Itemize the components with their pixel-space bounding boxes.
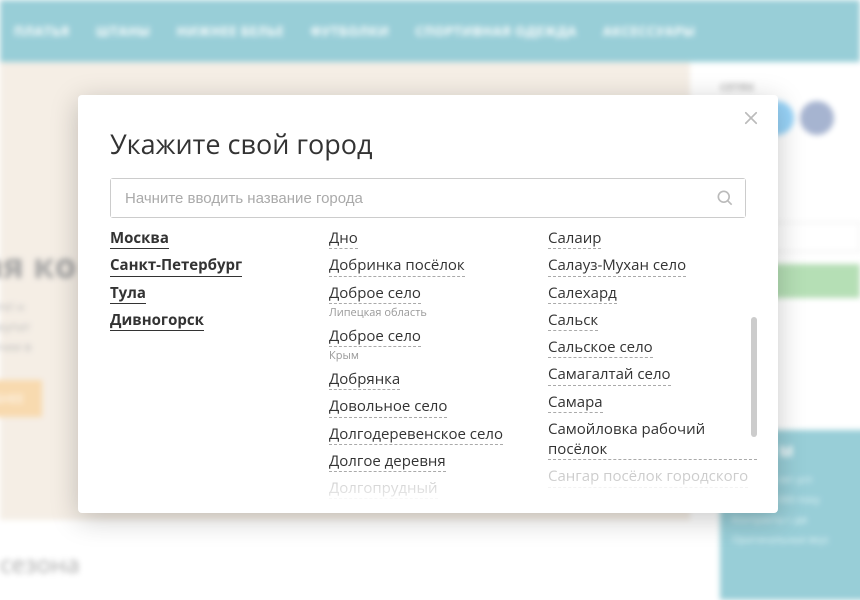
close-icon bbox=[742, 109, 760, 127]
featured-city[interactable]: Санкт-Петербург bbox=[110, 255, 242, 276]
city-option[interactable]: Салехард bbox=[548, 283, 617, 304]
featured-city[interactable]: Тула bbox=[110, 283, 146, 304]
city-option[interactable]: Добринка посёлок bbox=[329, 255, 465, 276]
city-option[interactable]: Салаир bbox=[548, 228, 601, 249]
featured-city[interactable]: Дивногорск bbox=[110, 310, 204, 331]
city-option[interactable]: Долгое деревня bbox=[329, 451, 446, 472]
search-field[interactable] bbox=[110, 178, 746, 218]
city-column: Салаир Салауз-Мухан село Салехард Сальск Сал… bbox=[548, 225, 757, 513]
city-region: Липецкая область bbox=[329, 305, 538, 320]
city-option[interactable]: Доброе село bbox=[329, 326, 421, 347]
city-option[interactable]: Сальское село bbox=[548, 337, 653, 358]
scrollbar-thumb[interactable] bbox=[751, 317, 757, 437]
city-option[interactable]: Сальск bbox=[548, 310, 598, 331]
featured-city[interactable]: Москва bbox=[110, 228, 169, 249]
city-option[interactable]: Долгопрудный bbox=[329, 478, 438, 499]
modal-title: Укажите свой город bbox=[110, 125, 746, 162]
city-option[interactable]: Дно bbox=[329, 228, 358, 249]
city-option[interactable]: Самагалтай село bbox=[548, 364, 671, 385]
city-search-input[interactable] bbox=[111, 179, 745, 217]
city-option[interactable]: Самойловка рабочий посёлок bbox=[548, 419, 757, 461]
city-option[interactable]: Доброе село bbox=[329, 283, 421, 304]
city-option[interactable]: Добрянка bbox=[329, 369, 400, 390]
close-button[interactable] bbox=[742, 109, 760, 127]
city-option[interactable]: Долгодеревенское село bbox=[329, 424, 503, 445]
city-option[interactable]: Сангар посёлок городского bbox=[548, 466, 748, 487]
city-option[interactable]: Самара bbox=[548, 392, 603, 413]
city-option[interactable]: Довольное село bbox=[329, 396, 447, 417]
city-select-modal: Укажите свой город Москва Санкт-Петербург… bbox=[78, 95, 778, 513]
search-icon bbox=[715, 188, 735, 208]
city-region: Крым bbox=[329, 348, 538, 363]
city-option[interactable]: Салауз-Мухан село bbox=[548, 255, 686, 276]
featured-cities-column: Москва Санкт-Петербург Тула Дивногорск bbox=[110, 225, 319, 513]
city-column: ДноДобринка посёлокДоброе селоЛипецкая о… bbox=[329, 225, 538, 513]
